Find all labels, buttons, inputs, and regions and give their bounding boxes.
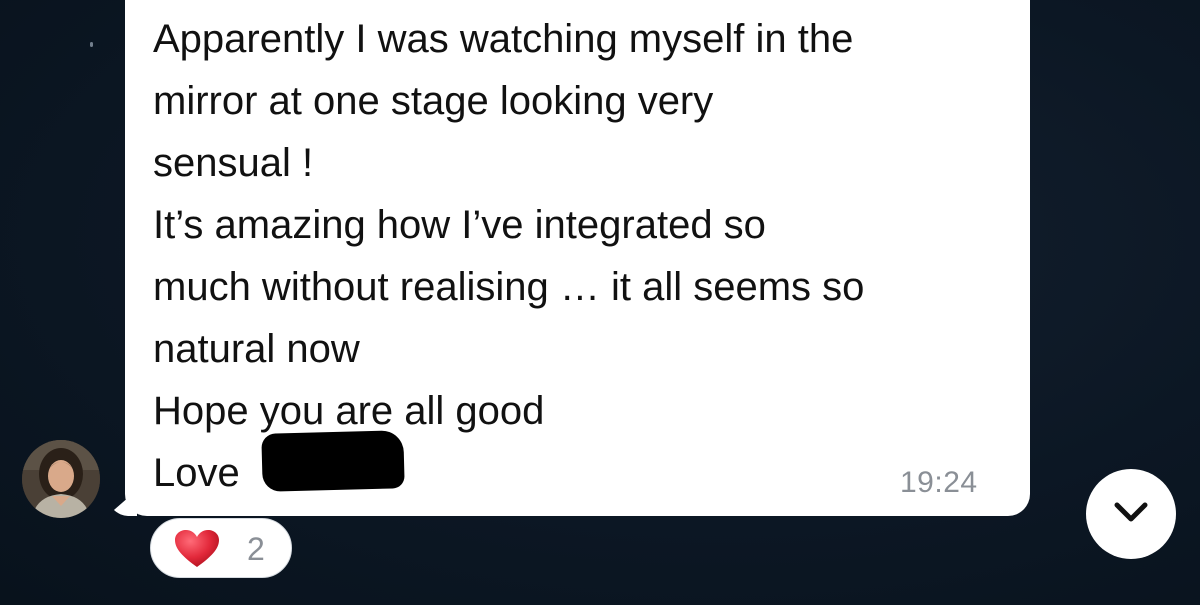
- message-line: natural now: [153, 327, 360, 371]
- chevron-down-icon: [1114, 502, 1148, 522]
- message-line: mirror at one stage looking very: [153, 79, 714, 123]
- message-line: much without realising … it all seems so: [153, 265, 865, 309]
- heart-icon: [175, 530, 219, 567]
- reaction-pill[interactable]: 2: [150, 518, 292, 578]
- scroll-down-button[interactable]: [1086, 469, 1176, 559]
- message-line: It’s amazing how I’ve integrated so: [153, 203, 766, 247]
- message-timestamp: 19:24: [900, 466, 978, 499]
- message-line: sensual !: [153, 141, 314, 185]
- redacted-name: [261, 430, 405, 492]
- avatar-photo: [22, 440, 100, 518]
- background-speck: [90, 42, 93, 47]
- reaction-count: 2: [247, 531, 265, 567]
- message-text: Apparently I was watching myself in the …: [153, 8, 1013, 504]
- message-line: Apparently I was watching myself in the: [153, 17, 854, 61]
- sender-avatar[interactable]: [22, 440, 100, 518]
